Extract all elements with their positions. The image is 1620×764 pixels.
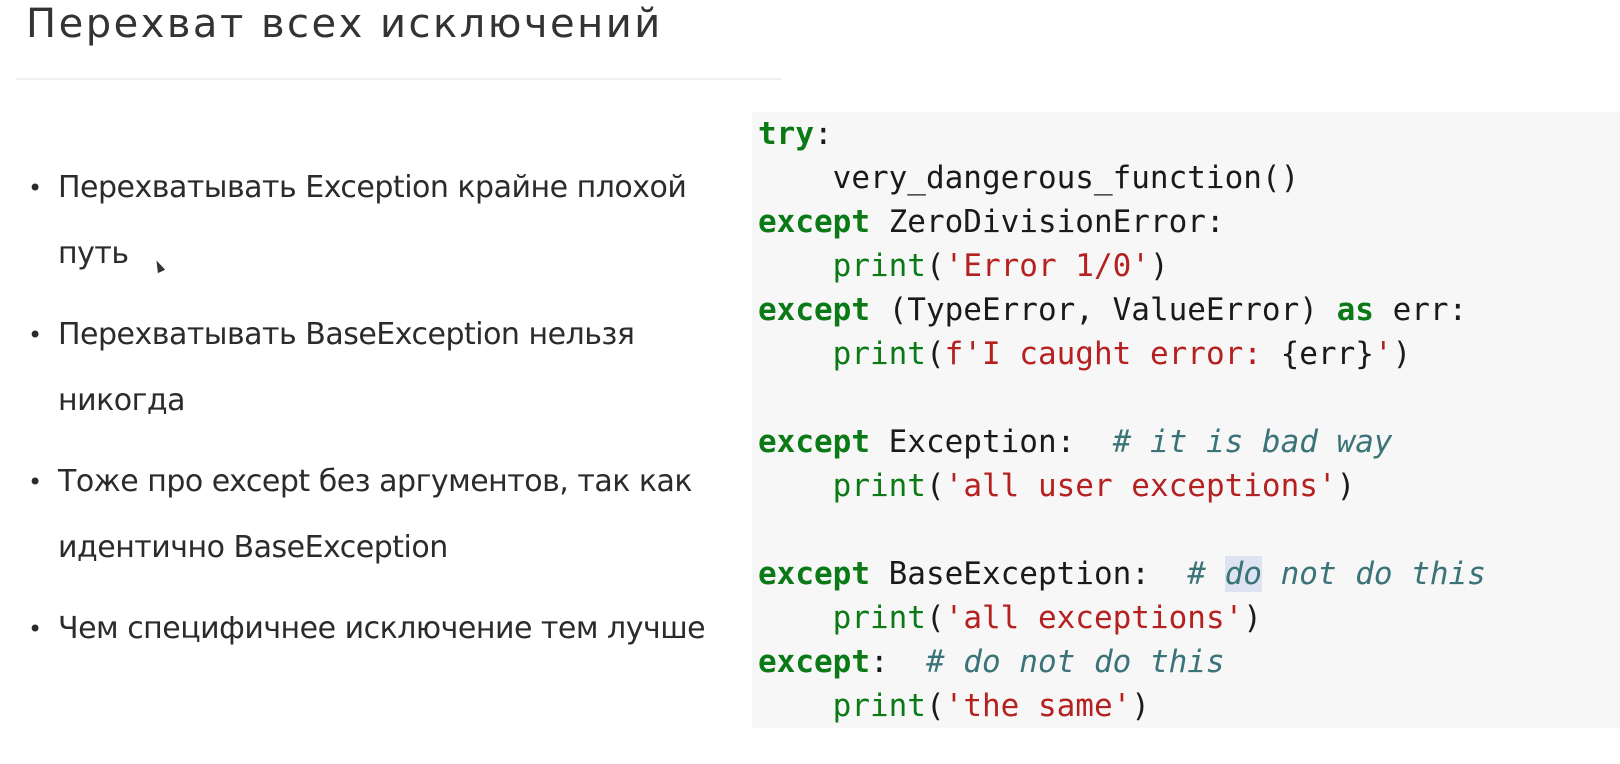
code-line: print('the same') (758, 684, 1486, 728)
code-token: (TypeError, ValueError) (869, 292, 1337, 328)
code-token: print (832, 600, 926, 636)
code-token: ( (925, 600, 945, 636)
bullet-dot-icon: • (28, 615, 42, 643)
code-token: 'all exceptions' (944, 600, 1244, 636)
bullet-item: • Перехватывать Exception крайне плохой … (22, 155, 712, 287)
bullet-text: Чем специфичнее исключение тем лучше (58, 611, 706, 646)
code-panel: try: very_dangerous_function()except Zer… (752, 112, 1620, 728)
code-token: f'I caught error: (944, 336, 1281, 372)
code-line: except (TypeError, ValueError) as err: (758, 288, 1486, 332)
code-line: print('Error 1/0') (758, 244, 1486, 288)
code-line: very_dangerous_function() (758, 156, 1486, 200)
bullet-text: Перехватывать BaseException нельзя никог… (58, 317, 635, 418)
bullet-dot-icon: • (28, 321, 42, 349)
code-token: ( (925, 688, 945, 724)
slide-title: Перехват всех исключений (26, 1, 663, 47)
code-token: # do not do this (925, 644, 1225, 680)
code-token: err: (1373, 292, 1468, 328)
code-token: ) (1243, 600, 1262, 636)
bullet-text: Тоже про except без аргументов, так как … (58, 464, 693, 565)
code-token: not do this (1261, 556, 1486, 592)
code-line: except BaseException: # do not do this (758, 552, 1486, 596)
code-token: ) (1392, 336, 1412, 372)
code-token: BaseException: (869, 556, 1188, 592)
code-token: ) (1131, 688, 1150, 724)
code-token: ) (1336, 468, 1356, 504)
code-token: ZeroDivisionError: (869, 204, 1225, 240)
code-line: print(f'I caught error: {err}') (758, 332, 1486, 376)
code-token: # (1187, 556, 1225, 592)
code-token: ( (925, 468, 945, 504)
bullet-item: • Тоже про except без аргументов, так ка… (22, 449, 712, 581)
bullet-item: • Чем специфичнее исключение тем лучше (22, 596, 712, 662)
bullet-text: Перехватывать Exception крайне плохой пу… (58, 170, 687, 271)
code-token: try (758, 116, 814, 152)
code-line: print('all user exceptions') (758, 464, 1486, 508)
code-token: print (832, 248, 926, 284)
code-token: ' (1373, 336, 1393, 372)
code-token: ( (925, 336, 945, 372)
code-token: print (832, 468, 926, 504)
code-line: except Exception: # it is bad way (758, 420, 1486, 464)
bullet-item: • Перехватывать BaseException нельзя ник… (22, 302, 712, 434)
code-token: 'all user exceptions' (944, 468, 1337, 504)
code-token: except (758, 644, 870, 680)
bullet-dot-icon: • (28, 174, 42, 202)
code-token: very_dangerous_function() (758, 160, 1300, 196)
code-token: ( (925, 248, 945, 284)
code-token: 'the same' (944, 688, 1132, 724)
code-token: : (869, 644, 926, 680)
code-token: 'Error 1/0' (944, 248, 1150, 284)
title-divider (16, 78, 781, 80)
code-line: try: (758, 112, 1486, 156)
code-token: : (814, 116, 833, 152)
code-line: print('all exceptions') (758, 596, 1486, 640)
code-token: ) (1149, 248, 1169, 284)
code-token: except (758, 292, 870, 328)
bullet-dot-icon: • (28, 468, 42, 496)
code-token: {err} (1280, 336, 1374, 372)
code-token: as (1336, 292, 1374, 328)
code-token: Exception: (869, 424, 1113, 460)
code-token: except (758, 424, 870, 460)
code-token: except (758, 204, 870, 240)
code-token: # it is bad way (1112, 424, 1393, 460)
code-token: print (832, 336, 926, 372)
code-token: do (1224, 556, 1262, 592)
bullet-list: • Перехватывать Exception крайне плохой … (22, 155, 712, 677)
code-token: print (832, 688, 926, 724)
code-block: try: very_dangerous_function()except Zer… (758, 112, 1486, 728)
code-line: except: # do not do this (758, 640, 1486, 684)
code-token: except (758, 556, 870, 592)
code-line: except ZeroDivisionError: (758, 200, 1486, 244)
